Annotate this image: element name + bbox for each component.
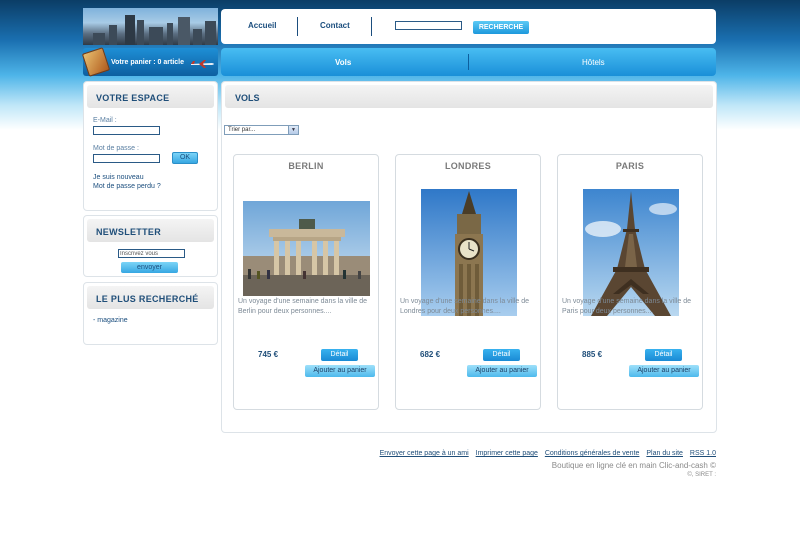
main-content: VOLS Trier par... ▼ BERLIN Un voyage d'u…: [221, 81, 717, 433]
newsletter-title: NEWSLETTER: [87, 219, 214, 242]
popular-item-magazine[interactable]: - magazine: [93, 317, 128, 324]
footer-credit: Boutique en ligne clé en main Clic-and-c…: [551, 461, 716, 470]
footer-links: Envoyer cette page à un ami Imprimer cet…: [375, 450, 716, 457]
page-title: VOLS: [225, 85, 713, 108]
product-card-paris: PARIS Un voyage d'une semaine dans la vi…: [557, 154, 703, 410]
register-link[interactable]: Je suis nouveau: [93, 174, 144, 181]
login-ok-button[interactable]: OK: [172, 152, 198, 164]
detail-button[interactable]: Détail: [645, 349, 682, 361]
footer-siret: ©, SIRET :: [687, 472, 716, 478]
product-card-berlin: BERLIN Un voyage d'une semaine dans la v…: [233, 154, 379, 410]
search-input[interactable]: [395, 21, 462, 30]
sort-select-value: Trier par...: [228, 127, 256, 133]
footer-link-print[interactable]: Imprimer cette page: [476, 450, 538, 457]
footer-link-rss[interactable]: RSS 1.0: [690, 450, 716, 457]
category-tabs: Vols Hôtels: [221, 48, 716, 76]
add-to-cart-button[interactable]: Ajouter au panier: [305, 365, 375, 377]
detail-button[interactable]: Détail: [483, 349, 520, 361]
chevron-down-icon[interactable]: ▼: [288, 126, 298, 134]
top-navigation: Accueil Contact RECHERCHE: [221, 9, 716, 44]
footer-link-send-to-friend[interactable]: Envoyer cette page à un ami: [380, 450, 469, 457]
suitcase-icon: [81, 47, 111, 77]
newsletter-submit-button[interactable]: envoyer: [121, 262, 178, 273]
nav-separator: [297, 17, 298, 36]
product-title[interactable]: LONDRES: [396, 161, 540, 171]
email-field[interactable]: [93, 126, 160, 135]
nav-accueil-link[interactable]: Accueil: [248, 21, 276, 30]
airplane-icon: [191, 60, 214, 68]
password-field[interactable]: [93, 154, 160, 163]
tab-vols[interactable]: Vols: [335, 58, 351, 67]
product-card-londres: LONDRES Un voyage d'une semaine dans la …: [395, 154, 541, 410]
popular-box: LE PLUS RECHERCHÉ - magazine: [83, 282, 218, 345]
newsletter-email-input[interactable]: [118, 249, 185, 258]
product-description: Un voyage d'une semaine dans la ville de…: [562, 298, 691, 315]
product-price: 885 €: [582, 350, 603, 359]
footer-link-sitemap[interactable]: Plan du site: [646, 450, 683, 457]
account-box: VOTRE ESPACE E-Mail : Mot de passe : OK …: [83, 81, 218, 211]
berlin-gate-image[interactable]: [243, 201, 370, 296]
product-title[interactable]: BERLIN: [234, 161, 378, 171]
product-price: 745 €: [258, 350, 279, 359]
forgot-password-link[interactable]: Mot de passe perdu ?: [93, 183, 161, 190]
cart-bar[interactable]: Votre panier : 0 article: [81, 47, 218, 77]
product-title[interactable]: PARIS: [558, 161, 702, 171]
header-city-banner: [83, 8, 218, 45]
footer-link-terms[interactable]: Conditions générales de vente: [545, 450, 640, 457]
product-price: 682 €: [420, 350, 441, 359]
email-label: E-Mail :: [93, 117, 117, 124]
popular-title: LE PLUS RECHERCHÉ: [87, 286, 214, 309]
product-description: Un voyage d'une semaine dans la ville de…: [238, 298, 367, 315]
detail-button[interactable]: Détail: [321, 349, 358, 361]
password-label: Mot de passe :: [93, 145, 139, 152]
cart-summary[interactable]: Votre panier : 0 article: [111, 59, 184, 66]
sort-select[interactable]: Trier par... ▼: [224, 125, 299, 135]
tab-separator: [468, 54, 469, 70]
nav-contact-link[interactable]: Contact: [320, 21, 350, 30]
newsletter-box: NEWSLETTER envoyer: [83, 215, 218, 277]
add-to-cart-button[interactable]: Ajouter au panier: [467, 365, 537, 377]
account-box-title: VOTRE ESPACE: [87, 85, 214, 108]
product-description: Un voyage d'une semaine dans la ville de…: [400, 298, 529, 315]
add-to-cart-button[interactable]: Ajouter au panier: [629, 365, 699, 377]
nav-separator: [371, 17, 372, 36]
tab-hotels[interactable]: Hôtels: [582, 58, 605, 67]
search-button[interactable]: RECHERCHE: [473, 21, 529, 34]
